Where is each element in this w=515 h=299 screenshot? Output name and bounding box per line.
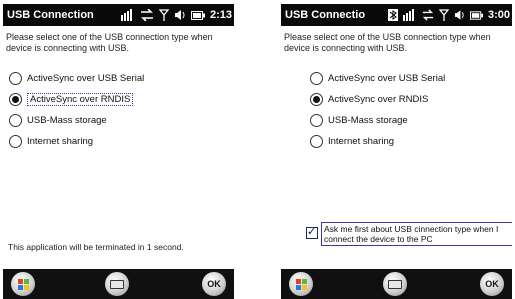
ok-label: OK [485,279,499,289]
option-label: ActiveSync over RNDIS [27,93,134,106]
clock: 2:13 [209,9,232,21]
bluetooth-icon [387,9,398,21]
clock: 3:00 [487,9,510,21]
radio-button-selected[interactable] [310,93,323,106]
option-label: Internet sharing [328,136,395,147]
option-usb-mass-storage[interactable]: USB-Mass storage [9,110,229,131]
option-label: ActiveSync over USB Serial [328,73,446,84]
softkey-bar: OK [281,269,512,299]
status-icons: 3:00 [387,7,510,23]
radio-button[interactable] [310,135,323,148]
speaker-icon [174,10,185,20]
start-button[interactable] [11,272,35,296]
signal-bars-icon [120,9,132,21]
option-activesync-rndis[interactable]: ActiveSync over RNDIS [310,89,512,110]
ask-first-checkbox[interactable] [306,225,318,239]
windows-flag-icon [295,278,307,290]
option-label: ActiveSync over RNDIS [328,94,429,105]
instruction-text: Please select one of the USB connection … [284,32,491,53]
title-bar: USB Connection 2:13 [3,4,234,26]
window-title: USB Connection [7,9,94,21]
radio-button[interactable] [310,72,323,85]
ask-first-label: Ask me first about USB cinnection type w… [321,222,512,246]
ask-first-row[interactable]: Ask me first about USB cinnection type w… [306,222,512,246]
usb-type-options: ActiveSync over USB Serial ActiveSync ov… [9,68,229,152]
radio-button[interactable] [9,72,22,85]
sync-arrows-icon [140,9,153,21]
usb-connection-screen-left: USB Connection 2:13 Please select one of… [3,0,234,299]
usb-connection-screen-right: USB Connectio 3:00 Please select one of … [281,0,512,299]
antenna-icon [438,9,449,21]
radio-button-selected[interactable] [9,93,22,106]
keyboard-button[interactable] [105,272,129,296]
keyboard-button[interactable] [383,272,407,296]
battery-icon [469,10,483,20]
battery-icon [190,10,205,20]
option-usb-mass-storage[interactable]: USB-Mass storage [310,110,512,131]
speaker-icon [454,10,464,20]
option-internet-sharing[interactable]: Internet sharing [9,131,229,152]
ok-button[interactable]: OK [480,272,504,296]
ok-label: OK [207,279,221,289]
option-label: ActiveSync over USB Serial [27,73,145,84]
keyboard-icon [110,279,124,289]
termination-notice: This application will be terminated in 1… [8,242,184,252]
windows-flag-icon [17,278,29,290]
option-label: Internet sharing [27,136,94,147]
softkey-bar: OK [3,269,234,299]
usb-type-options: ActiveSync over USB Serial ActiveSync ov… [310,68,512,152]
option-activesync-usb-serial[interactable]: ActiveSync over USB Serial [9,68,229,89]
instruction-text: Please select one of the USB connection … [6,32,213,53]
option-label: USB-Mass storage [328,115,408,126]
sync-arrows-icon [422,9,434,21]
start-button[interactable] [289,272,313,296]
ok-button[interactable]: OK [202,272,226,296]
option-label: USB-Mass storage [27,115,107,126]
keyboard-icon [388,279,402,289]
option-activesync-usb-serial[interactable]: ActiveSync over USB Serial [310,68,512,89]
option-internet-sharing[interactable]: Internet sharing [310,131,512,152]
title-bar: USB Connectio 3:00 [281,4,512,26]
radio-button[interactable] [310,114,323,127]
option-activesync-rndis[interactable]: ActiveSync over RNDIS [9,89,229,110]
window-title: USB Connectio [285,9,366,21]
signal-bars-icon [402,9,414,21]
antenna-icon [158,9,169,21]
status-icons: 2:13 [120,7,232,23]
radio-button[interactable] [9,114,22,127]
radio-button[interactable] [9,135,22,148]
